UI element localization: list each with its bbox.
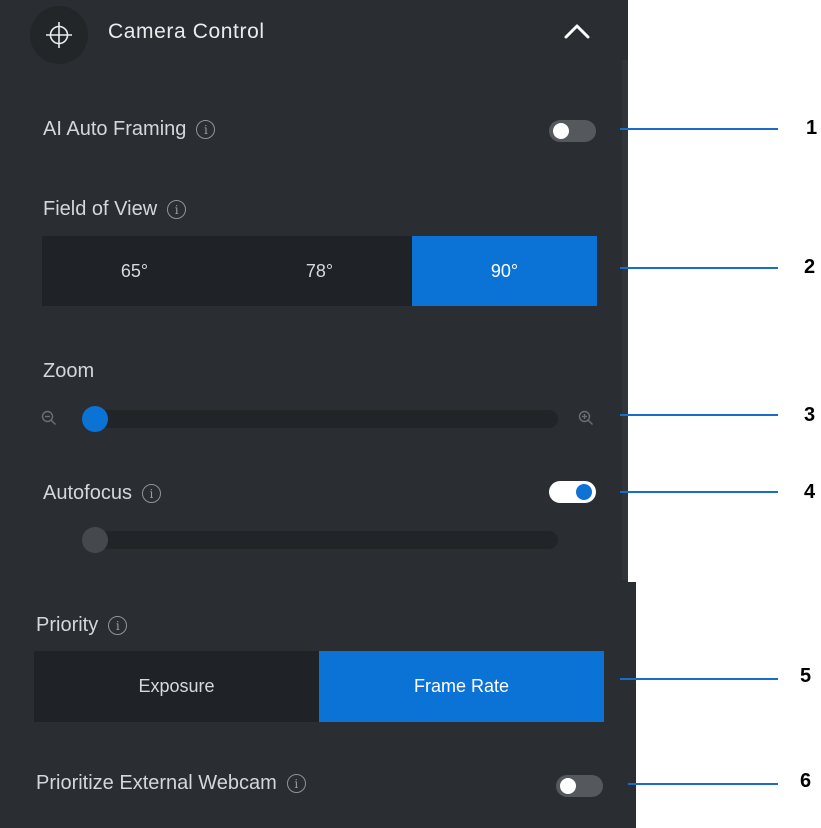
zoom-slider[interactable] — [82, 410, 558, 428]
callout-line-4 — [620, 491, 778, 493]
zoom-in-icon[interactable] — [578, 410, 594, 426]
panel-scrollbar[interactable] — [622, 60, 628, 580]
ai-auto-framing-label: AI Auto Framing — [43, 118, 187, 140]
prioritize-external-webcam-label: Prioritize External Webcam — [36, 772, 277, 794]
callout-number-6: 6 — [800, 770, 812, 792]
zoom-slider-thumb[interactable] — [82, 406, 108, 432]
fov-option-90[interactable]: 90° — [412, 236, 597, 306]
fov-option-65[interactable]: 65° — [42, 236, 227, 306]
priority-option-frame-rate[interactable]: Frame Rate — [319, 651, 604, 722]
autofocus-row: Autofocus i — [43, 482, 161, 505]
ai-auto-framing-toggle[interactable] — [549, 120, 596, 142]
focus-slider — [82, 531, 558, 549]
chevron-up-icon[interactable] — [562, 20, 592, 42]
callout-line-6 — [628, 783, 778, 785]
callout-number-1: 1 — [806, 117, 818, 139]
zoom-label: Zoom — [43, 360, 95, 382]
callout-line-5 — [620, 678, 778, 680]
ai-auto-framing-row: AI Auto Framing i — [43, 118, 216, 141]
info-icon[interactable]: i — [141, 484, 161, 503]
info-icon[interactable]: i — [167, 200, 187, 219]
toggle-knob — [553, 123, 569, 139]
callout-number-2: 2 — [804, 256, 816, 278]
priority-label: Priority — [36, 614, 99, 636]
zoom-row: Zoom — [43, 360, 94, 383]
field-of-view-label: Field of View — [43, 198, 158, 220]
callout-line-1 — [620, 128, 778, 130]
info-icon[interactable]: i — [196, 120, 216, 139]
info-icon[interactable]: i — [286, 774, 306, 793]
autofocus-label: Autofocus — [43, 482, 132, 504]
callout-line-2 — [620, 267, 778, 269]
info-icon[interactable]: i — [108, 616, 128, 635]
field-of-view-selector: 65° 78° 90° — [42, 236, 597, 306]
priority-selector: Exposure Frame Rate — [34, 651, 604, 722]
priority-option-exposure[interactable]: Exposure — [34, 651, 319, 722]
autofocus-toggle[interactable] — [549, 481, 596, 503]
toggle-knob — [576, 484, 592, 500]
fov-option-78[interactable]: 78° — [227, 236, 412, 306]
screenshot-canvas: Camera Control AI Auto Framing i Field o… — [0, 0, 821, 828]
prioritize-external-webcam-row: Prioritize External Webcam i — [36, 772, 306, 795]
callout-number-4: 4 — [804, 481, 816, 503]
priority-row: Priority i — [36, 614, 128, 637]
field-of-view-row: Field of View i — [43, 198, 187, 221]
prioritize-external-webcam-toggle[interactable] — [556, 775, 603, 797]
callout-number-3: 3 — [804, 404, 816, 426]
focus-slider-thumb — [82, 527, 108, 553]
callout-line-3 — [620, 414, 778, 416]
panel-title: Camera Control — [108, 20, 265, 43]
zoom-out-icon[interactable] — [41, 410, 57, 426]
toggle-knob — [560, 778, 576, 794]
crosshair-icon — [30, 6, 88, 64]
callout-number-5: 5 — [800, 665, 812, 687]
